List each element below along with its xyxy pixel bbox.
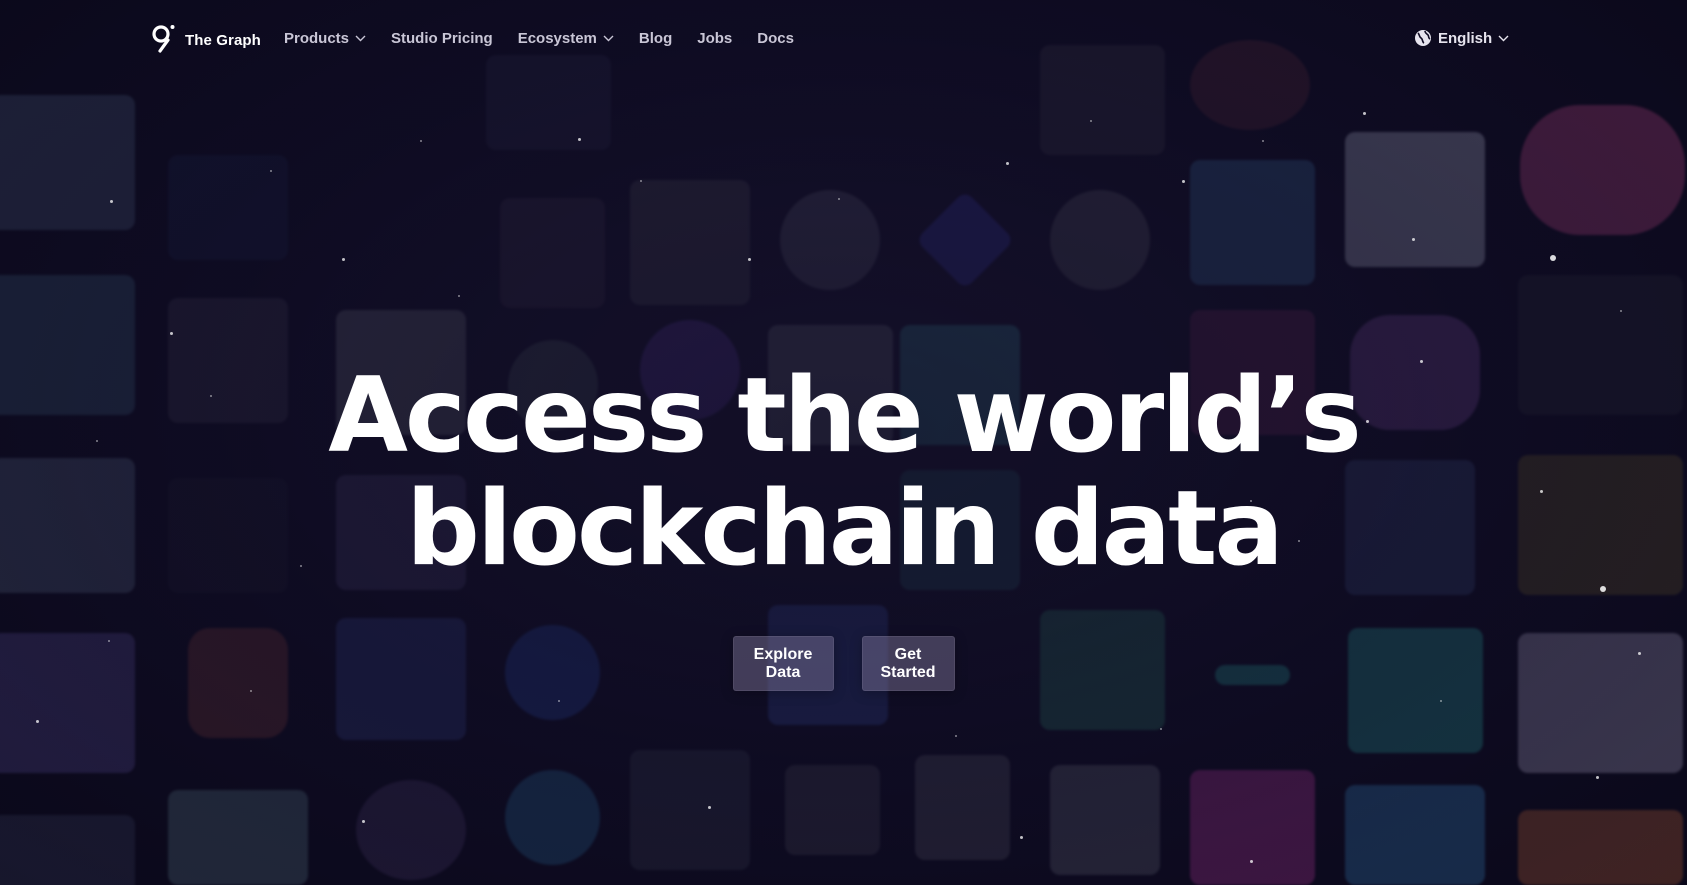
nav-item-label: Blog (638, 30, 673, 47)
nav-item-studio-pricing[interactable]: Studio Pricing (391, 30, 493, 47)
chevron-down-icon (1498, 35, 1509, 41)
star (1182, 180, 1185, 183)
star (420, 140, 422, 142)
nav-item-blog[interactable]: Blog (639, 30, 672, 47)
star (558, 700, 560, 702)
brand-logo-link[interactable]: The Graph (150, 24, 261, 56)
page: The Graph Products Studio Pricing Ecosys… (0, 0, 1687, 885)
star (1090, 120, 1092, 122)
nav-item-label: Docs (757, 30, 794, 47)
star (1363, 112, 1366, 115)
language-selector[interactable]: English (1414, 29, 1509, 47)
star (955, 735, 957, 737)
language-label: English (1438, 29, 1493, 47)
nav-item-jobs[interactable]: Jobs (697, 30, 732, 47)
hero-heading-line-1: Access the world’s (328, 356, 1362, 476)
star (342, 258, 345, 261)
the-graph-logo-icon (152, 25, 175, 53)
nav-item-label: Ecosystem (517, 30, 597, 47)
star (1620, 310, 1622, 312)
nav-item-products[interactable]: Products (284, 30, 366, 47)
star (838, 198, 840, 200)
star (110, 200, 113, 203)
main-nav: Products Studio Pricing Ecosystem Blog J… (284, 30, 819, 47)
nav-item-label: Studio Pricing (391, 30, 493, 47)
star (1440, 700, 1442, 702)
brand-name: The Graph (185, 31, 261, 49)
nav-item-label: Jobs (697, 30, 733, 47)
star (578, 138, 581, 141)
star (458, 295, 460, 297)
star (36, 720, 39, 723)
nav-item-label: Products (284, 30, 350, 47)
star (170, 332, 173, 335)
get-started-button[interactable]: Get Started (861, 636, 955, 691)
globe-icon (1415, 30, 1431, 46)
star (640, 180, 642, 182)
hero-heading: Access the world’s blockchain data (0, 360, 1687, 586)
site-header: The Graph Products Studio Pricing Ecosys… (0, 0, 1687, 80)
star (1412, 238, 1415, 241)
star (1600, 586, 1606, 592)
star (708, 806, 711, 809)
hero-heading-line-2: blockchain data (406, 469, 1284, 589)
star (1006, 162, 1009, 165)
star (1160, 728, 1162, 730)
nav-item-ecosystem[interactable]: Ecosystem (518, 30, 614, 47)
chevron-down-icon (355, 35, 366, 42)
star (270, 170, 272, 172)
star (748, 258, 751, 261)
nav-item-docs[interactable]: Docs (757, 30, 794, 47)
chevron-down-icon (603, 35, 614, 42)
star (1550, 255, 1556, 261)
star (362, 820, 365, 823)
hero-actions: Explore Data Get Started (0, 636, 1687, 691)
star (1262, 140, 1264, 142)
star (1596, 776, 1599, 779)
star (1020, 836, 1023, 839)
star (1250, 860, 1253, 863)
explore-data-button[interactable]: Explore Data (732, 636, 834, 691)
